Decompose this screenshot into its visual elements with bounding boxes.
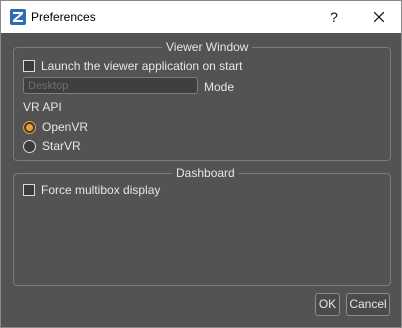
mode-label: Mode [204,80,235,94]
vr-option-openvr[interactable]: OpenVR [23,120,88,134]
launch-viewer-checkbox[interactable] [23,60,35,72]
help-button[interactable]: ? [312,1,356,33]
launch-viewer-checkbox-row[interactable]: Launch the viewer application on start [23,59,242,73]
window-title: Preferences [31,10,96,24]
force-multibox-checkbox[interactable] [23,184,35,196]
cancel-button[interactable]: Cancel [346,293,390,316]
launch-viewer-label: Launch the viewer application on start [41,59,243,73]
mode-field[interactable] [23,77,198,94]
vr-option-starvr[interactable]: StarVR [23,139,81,153]
viewer-window-group-title: Viewer Window [162,40,253,54]
starvr-radio[interactable] [23,139,36,153]
openvr-label: OpenVR [42,120,89,134]
close-button[interactable] [357,1,401,33]
dashboard-group-title: Dashboard [172,166,239,180]
close-icon [373,11,385,23]
title-bar: Preferences ? [1,1,401,33]
openvr-radio[interactable] [23,120,36,134]
preferences-dialog: Preferences ? Viewer Window Launch the v… [0,0,402,328]
force-multibox-checkbox-row[interactable]: Force multibox display [23,183,160,197]
vr-api-label: VR API [23,100,62,114]
z-logo-icon [10,9,26,25]
ok-button[interactable]: OK [315,293,340,316]
force-multibox-label: Force multibox display [41,183,161,197]
starvr-label: StarVR [42,139,81,153]
